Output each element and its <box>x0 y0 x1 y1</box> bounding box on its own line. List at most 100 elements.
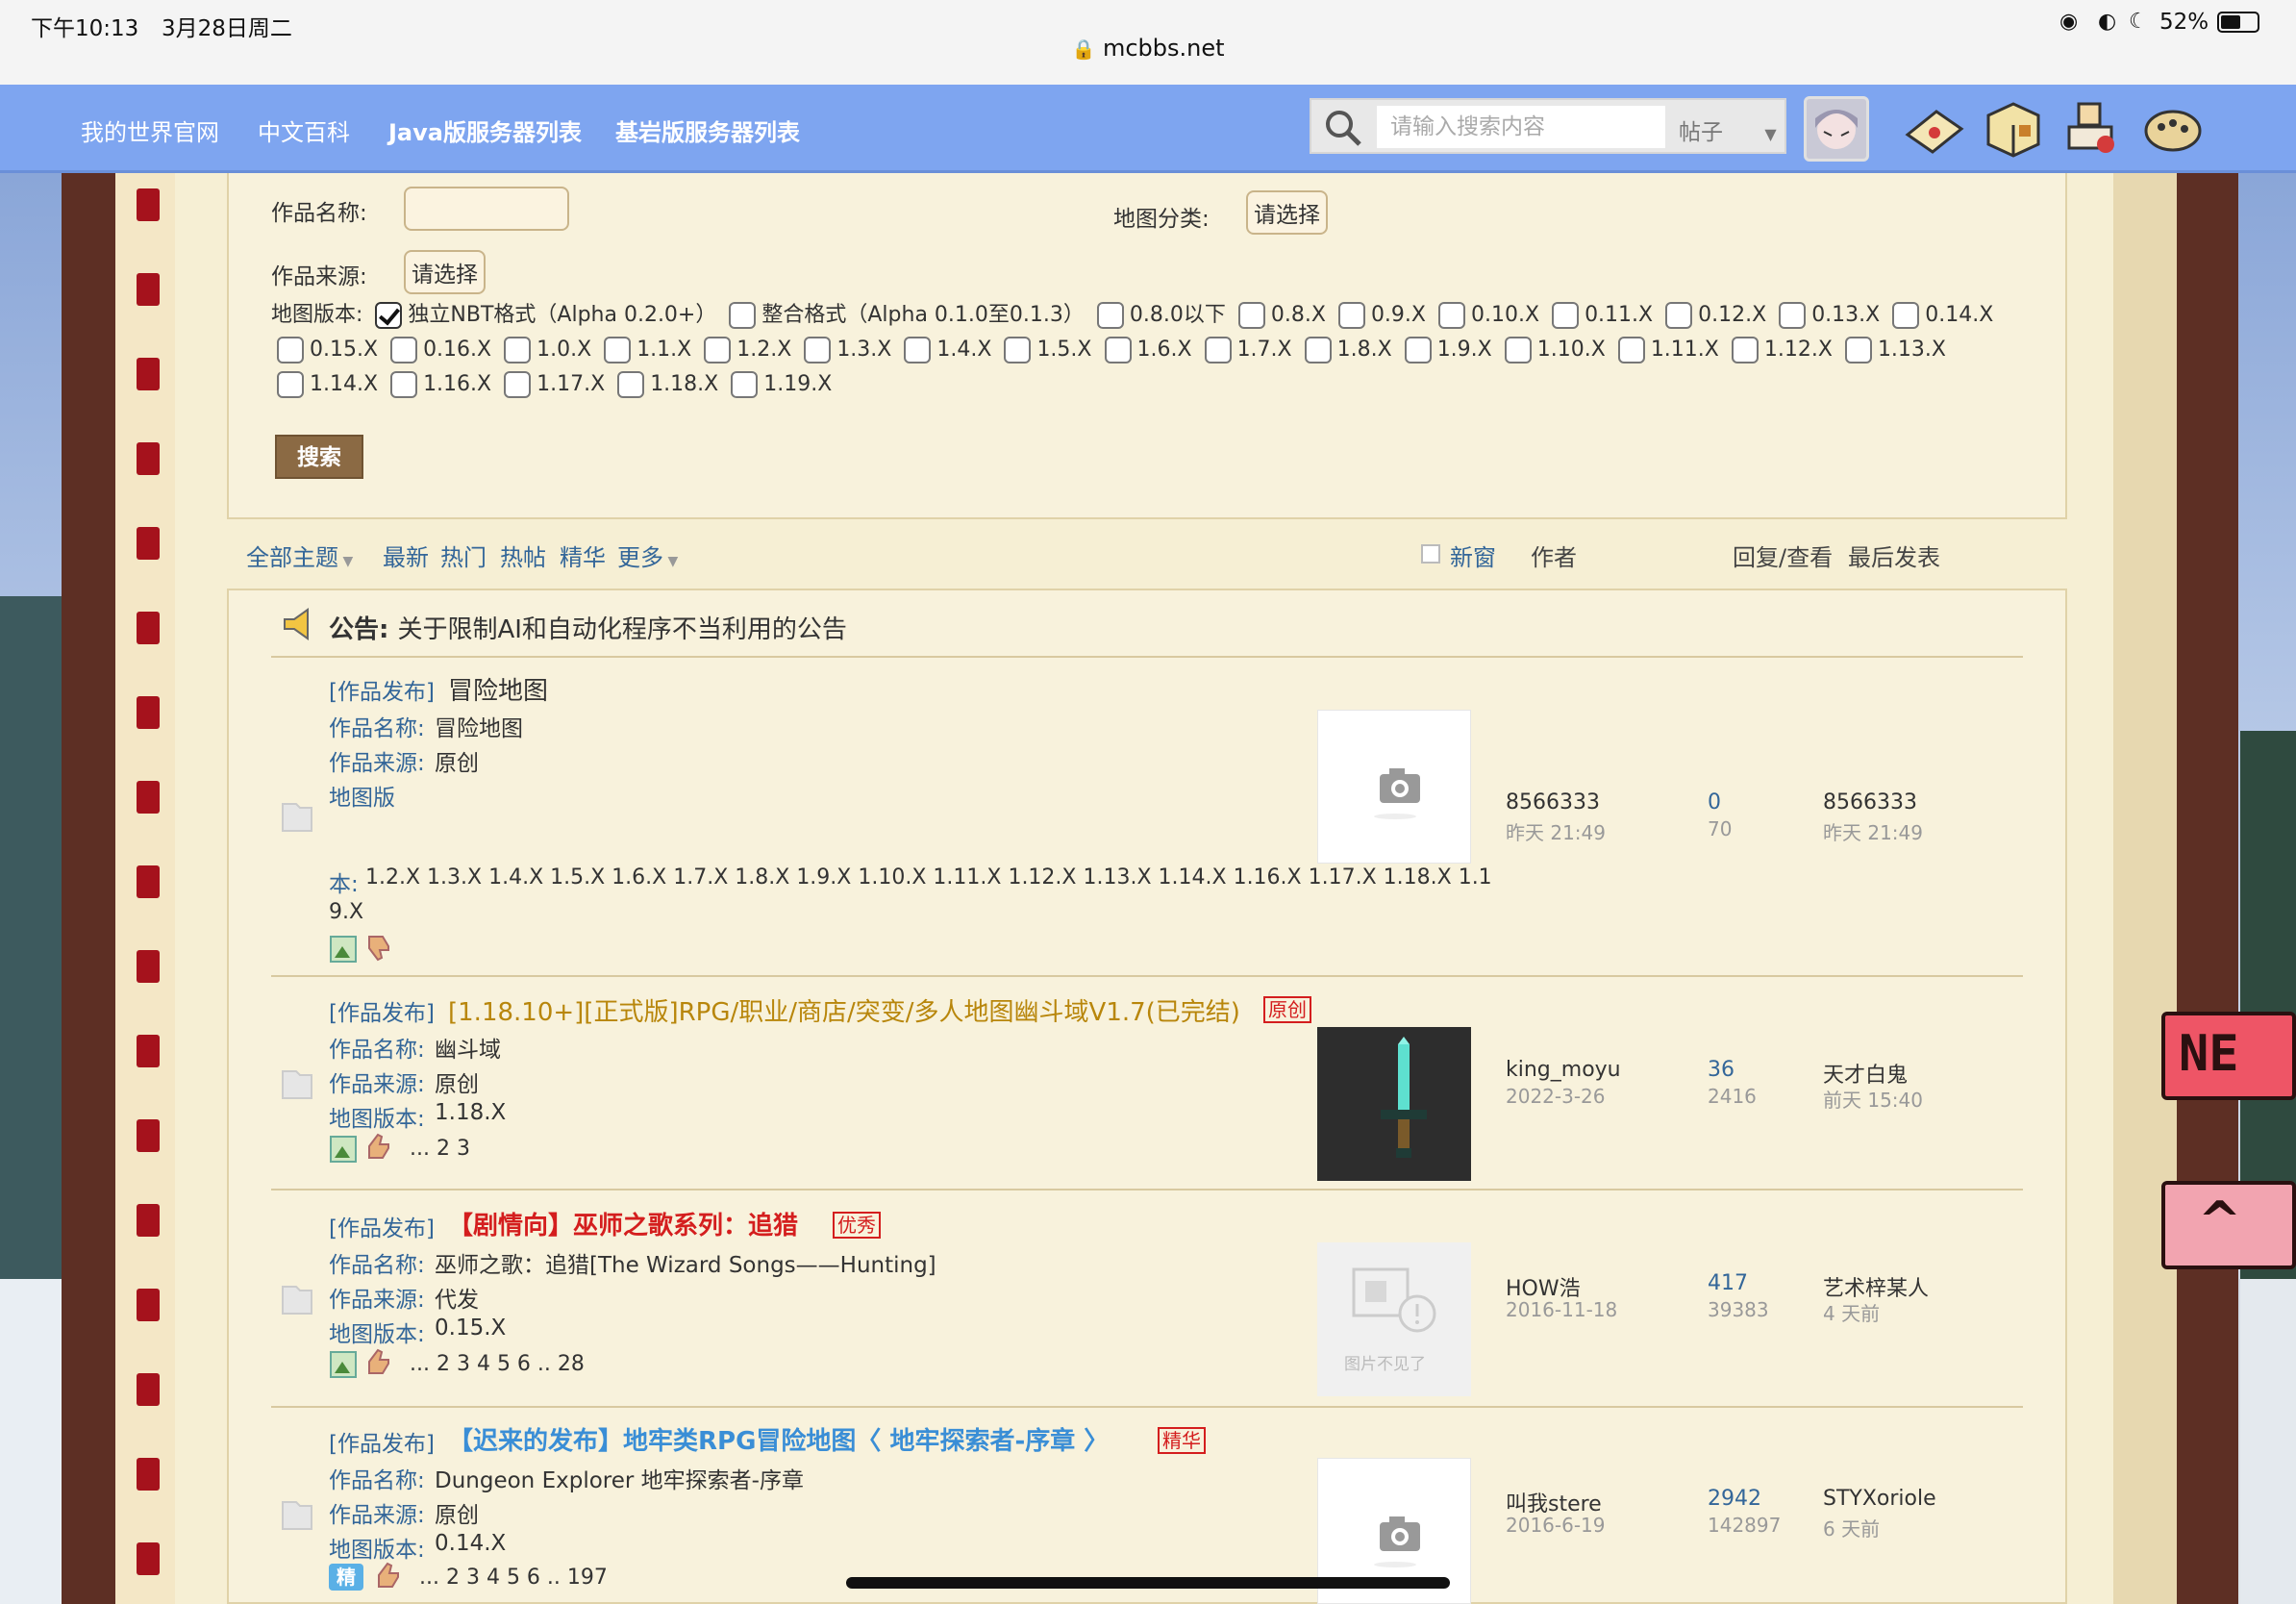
version-option[interactable]: 0.14.X <box>1886 302 1993 329</box>
thread-tag[interactable]: [作品发布] <box>329 1425 435 1458</box>
new-window-checkbox[interactable] <box>1421 544 1440 564</box>
version-option[interactable]: 0.12.X <box>1660 302 1766 329</box>
last-post-time[interactable]: 6 天前 <box>1823 1514 1880 1541</box>
version-checkbox[interactable] <box>1204 337 1232 363</box>
version-option[interactable]: 独立NBT格式（Alpha 0.2.0+） <box>369 302 716 329</box>
search-input[interactable] <box>1377 106 1665 148</box>
palette-icon[interactable] <box>2140 96 2206 162</box>
version-option[interactable]: 1.7.X <box>1199 337 1292 363</box>
version-checkbox[interactable] <box>617 371 645 398</box>
version-checkbox[interactable] <box>1404 337 1432 363</box>
version-option[interactable]: 1.17.X <box>498 371 605 398</box>
thread-thumbnail[interactable]: 图片不见了 <box>1317 1242 1471 1396</box>
nav-link-wiki[interactable]: 中文百科 <box>258 113 350 147</box>
version-option[interactable]: 0.16.X <box>385 337 491 363</box>
version-option[interactable]: 0.8.X <box>1233 302 1326 329</box>
thread-title[interactable]: 【迟来的发布】地牢类RPG冒险地图〈 地牢探索者-序章 〉 <box>448 1421 1109 1457</box>
version-option[interactable]: 1.11.X <box>1612 337 1719 363</box>
version-option[interactable]: 1.18.X <box>611 371 718 398</box>
version-checkbox[interactable] <box>1104 337 1132 363</box>
nav-link-java-servers[interactable]: Java版服务器列表 <box>388 113 582 147</box>
version-checkbox[interactable] <box>604 337 632 363</box>
version-option[interactable]: 0.10.X <box>1433 302 1539 329</box>
version-checkbox[interactable] <box>1004 337 1032 363</box>
thread-tag[interactable]: [作品发布] <box>329 1210 435 1242</box>
version-option[interactable]: 1.9.X <box>1399 337 1492 363</box>
thread-thumbnail[interactable] <box>1317 710 1471 864</box>
version-checkbox[interactable] <box>390 371 418 398</box>
thread-title[interactable]: [1.18.10+][正式版]RPG/职业/商店/突变/多人地图幽斗域V1.7(… <box>448 992 1240 1028</box>
filter-all[interactable]: 全部主题 ▼ <box>246 539 353 572</box>
reply-count[interactable]: 36 <box>1708 1058 1734 1082</box>
thread-author[interactable]: king_moyu <box>1506 1058 1621 1082</box>
version-option[interactable]: 整合格式（Alpha 0.1.0至0.1.3） <box>723 302 1085 329</box>
pagination[interactable]: ... 2 3 4 5 6 .. 28 <box>410 1352 585 1376</box>
new-window-label[interactable]: 新窗 <box>1450 539 1496 572</box>
version-option[interactable]: 1.2.X <box>698 337 791 363</box>
version-checkbox[interactable] <box>1892 302 1920 329</box>
version-checkbox[interactable] <box>1337 302 1365 329</box>
filter-more[interactable]: 更多 ▼ <box>617 539 678 572</box>
thread-title[interactable]: 【剧情向】巫师之歌系列：追猎 <box>448 1206 798 1241</box>
version-option[interactable]: 0.13.X <box>1773 302 1880 329</box>
category-select[interactable]: 请选择 <box>1246 190 1328 235</box>
reply-count[interactable]: 0 <box>1708 790 1721 815</box>
notification-box-icon[interactable] <box>1981 96 2046 162</box>
search-icon[interactable] <box>1323 108 1363 148</box>
top-banner[interactable]: ^ <box>2161 1181 2296 1269</box>
pagination[interactable]: ... 2 3 <box>410 1137 470 1161</box>
thread-tag[interactable]: [作品发布] <box>329 994 435 1027</box>
version-checkbox[interactable] <box>1304 337 1332 363</box>
version-checkbox[interactable] <box>277 371 304 398</box>
version-option[interactable]: 1.6.X <box>1099 337 1192 363</box>
version-option[interactable]: 1.1.X <box>598 337 691 363</box>
announcement[interactable]: 公告: 关于限制AI和自动化程序不当利用的公告 <box>329 610 847 645</box>
version-checkbox[interactable] <box>390 337 418 363</box>
version-checkbox[interactable] <box>904 337 932 363</box>
version-checkbox[interactable] <box>1665 302 1693 329</box>
version-checkbox[interactable] <box>504 371 532 398</box>
version-checkbox[interactable] <box>704 337 732 363</box>
version-option[interactable]: 0.15.X <box>271 337 378 363</box>
message-icon[interactable] <box>1902 96 1967 162</box>
version-checkbox[interactable] <box>731 371 759 398</box>
url-bar[interactable]: 🔒 mcbbs.net <box>0 35 2296 62</box>
home-indicator[interactable] <box>846 1577 1450 1589</box>
version-option[interactable]: 1.13.X <box>1839 337 1946 363</box>
reply-count[interactable]: 417 <box>1708 1271 1748 1295</box>
nav-link-bedrock-servers[interactable]: 基岩版服务器列表 <box>615 113 800 147</box>
reply-count[interactable]: 2942 <box>1708 1487 1761 1511</box>
last-post-time[interactable]: 昨天 21:49 <box>1823 817 1923 845</box>
thread-author[interactable]: 8566333 <box>1506 790 1600 815</box>
last-post-time[interactable]: 4 天前 <box>1823 1298 1880 1326</box>
version-checkbox[interactable] <box>1096 302 1124 329</box>
version-option[interactable]: 1.16.X <box>385 371 491 398</box>
last-post-time[interactable]: 前天 15:40 <box>1823 1085 1923 1113</box>
version-option[interactable]: 1.10.X <box>1499 337 1606 363</box>
version-checkbox[interactable] <box>1438 302 1465 329</box>
version-checkbox[interactable] <box>277 337 304 363</box>
search-button[interactable]: 搜索 <box>275 435 363 479</box>
version-option[interactable]: 1.5.X <box>998 337 1092 363</box>
version-checkbox[interactable] <box>804 337 832 363</box>
version-option[interactable]: 0.9.X <box>1333 302 1426 329</box>
version-checkbox[interactable] <box>1731 337 1759 363</box>
version-option[interactable]: 1.12.X <box>1726 337 1833 363</box>
new-banner[interactable]: NE <box>2161 1012 2296 1100</box>
version-checkbox[interactable] <box>1504 337 1532 363</box>
version-checkbox[interactable] <box>504 337 532 363</box>
avatar[interactable] <box>1804 96 1869 162</box>
pagination[interactable]: ... 2 3 4 5 6 .. 197 <box>419 1566 608 1590</box>
version-option[interactable]: 1.4.X <box>898 337 991 363</box>
version-checkbox[interactable] <box>729 302 757 329</box>
name-input[interactable] <box>404 187 569 231</box>
thread-title[interactable]: 冒险地图 <box>448 671 548 707</box>
version-option[interactable]: 1.3.X <box>798 337 891 363</box>
source-select[interactable]: 请选择 <box>404 250 486 294</box>
version-checkbox[interactable] <box>375 302 403 329</box>
version-option[interactable]: 0.8.0以下 <box>1091 302 1226 329</box>
version-checkbox[interactable] <box>1779 302 1807 329</box>
version-option[interactable]: 1.19.X <box>725 371 832 398</box>
filter-hotpost[interactable]: 热帖 <box>500 539 546 572</box>
last-post-user[interactable]: STYXoriole <box>1823 1487 1936 1511</box>
